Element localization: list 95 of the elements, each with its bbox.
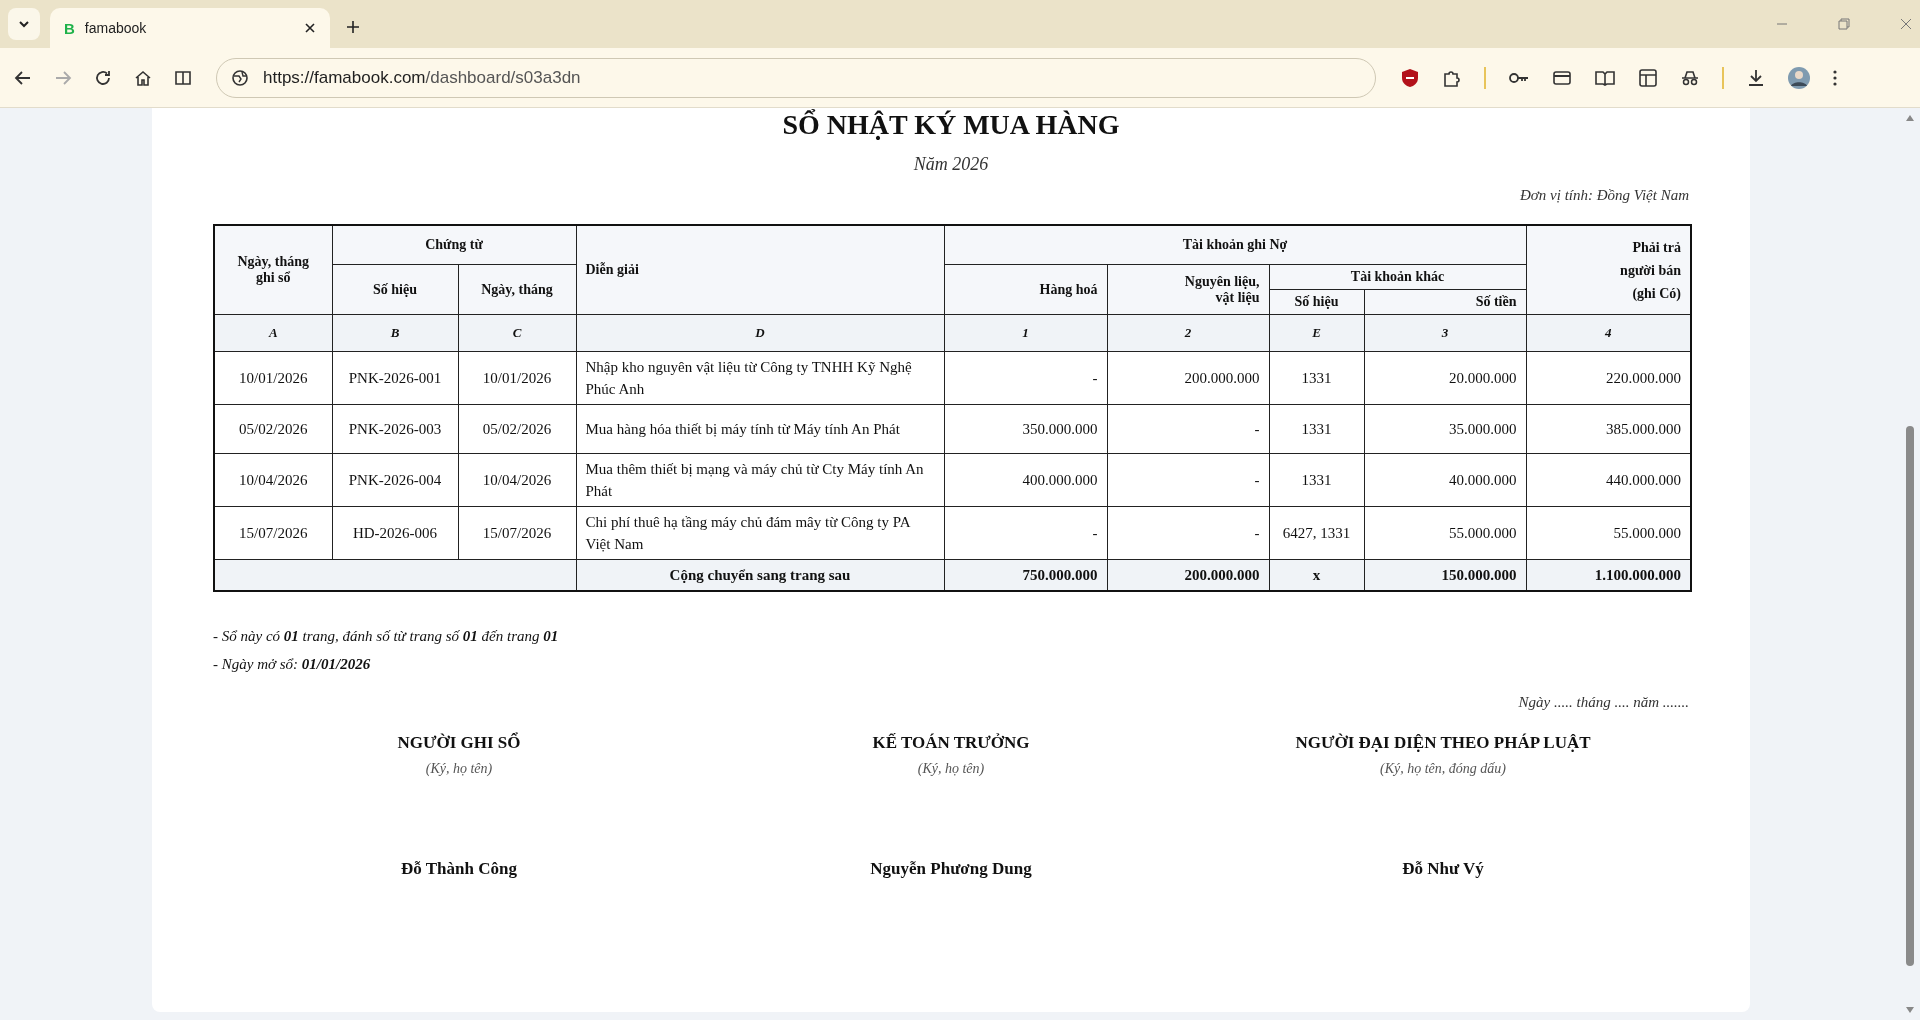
signatory-name: Đỗ Như Vý	[1401, 859, 1485, 879]
scroll-up-icon[interactable]	[1905, 114, 1915, 122]
document-title: SỔ NHẬT KÝ MUA HÀNG	[781, 110, 1121, 140]
currency-unit: Đơn vị tính: Đồng Việt Nam	[1519, 187, 1689, 204]
signature-hint: (Ký, họ tên)	[916, 761, 986, 777]
avatar-icon[interactable]	[1788, 66, 1810, 89]
table-cell: Nhập kho nguyên vật liệu từ Công ty TNHH Kỹ Nghệ Phúc Anh	[576, 351, 944, 405]
tab-title: famabook	[84, 20, 148, 36]
column-header: Hàng hoá	[944, 264, 1107, 315]
table-cell: 35.000.000	[1364, 404, 1526, 454]
column-header: Nguyên liệu, vật liệu	[1107, 264, 1269, 315]
table-cell: 15/07/2026	[214, 506, 332, 560]
column-header: Ngày, tháng ghi sổ	[214, 225, 332, 315]
signatory-name: Đỗ Thành Công	[400, 859, 518, 879]
table-cell: Chi phí thuê hạ tầng máy chủ đám mây từ Công ty PA Việt Nam	[576, 506, 944, 560]
column-header: Diễn giải	[576, 225, 944, 315]
column-header: Tài khoản ghi Nợ	[944, 225, 1526, 265]
table-cell: PNK-2026-003	[332, 404, 458, 454]
column-code: D	[576, 314, 944, 352]
table-cell: 1331	[1269, 453, 1364, 507]
scrollbar-thumb[interactable]	[1906, 426, 1914, 966]
address-bar[interactable]: https://famabook.com/dashboard/s03a3dn	[216, 57, 1376, 98]
table-cell: 10/04/2026	[214, 453, 332, 507]
table-cell: 400.000.000	[944, 453, 1107, 507]
table-cell: -	[1107, 506, 1269, 560]
column-header: Tài khoản khác	[1269, 264, 1526, 290]
table-cell: PNK-2026-004	[332, 453, 458, 507]
table-cell: 05/02/2026	[458, 404, 576, 454]
column-header: Ngày, tháng	[458, 264, 576, 315]
table-cell: 15/07/2026	[458, 506, 576, 560]
signatory-role: KẾ TOÁN TRƯỞNG	[871, 733, 1031, 753]
close-icon[interactable]	[304, 22, 316, 34]
table-cell: 40.000.000	[1364, 453, 1526, 507]
scroll-down-icon[interactable]	[1905, 1006, 1915, 1014]
new-tab-icon[interactable]	[346, 20, 360, 34]
column-code: 4	[1526, 314, 1691, 352]
total-cell: 1.100.000.000	[1526, 559, 1691, 591]
table-cell: 05/02/2026	[214, 404, 332, 454]
total-label: Cộng chuyển sang trang sau	[576, 559, 944, 591]
table-cell: -	[944, 351, 1107, 405]
layout-icon[interactable]	[1638, 67, 1658, 88]
column-header: Chứng từ	[332, 225, 576, 265]
table-cell: 55.000.000	[1364, 506, 1526, 560]
table-cell: Mua thêm thiết bị mạng và máy chủ từ Cty Máy tính An Phát	[576, 453, 944, 507]
ledger-note: - Ngày mở sổ: 01/01/2026	[213, 655, 372, 674]
table-cell: 20.000.000	[1364, 351, 1526, 405]
signatory-role: NGƯỜI GHI SỔ	[396, 733, 522, 753]
column-header: Số hiệu	[1269, 289, 1364, 315]
column-code: 3	[1364, 314, 1526, 352]
url-text: https://famabook.com/dashboard/s03a3dn	[263, 67, 581, 88]
site-info-icon[interactable]	[231, 68, 249, 87]
table-cell: Mua hàng hóa thiết bị máy tính từ Máy tính An Phát	[576, 404, 944, 454]
table-cell: 10/04/2026	[458, 453, 576, 507]
document-year: Năm 2026	[912, 154, 990, 175]
total-cell: 150.000.000	[1364, 559, 1526, 591]
home-icon[interactable]	[134, 68, 152, 87]
signatory-name: Nguyễn Phương Dung	[869, 859, 1033, 879]
table-cell: 1331	[1269, 351, 1364, 405]
table-cell: 6427, 1331	[1269, 506, 1364, 560]
column-code: B	[332, 314, 458, 352]
download-icon[interactable]	[1746, 67, 1766, 88]
signatory-role: NGƯỜI ĐẠI DIỆN THEO PHÁP LUẬT	[1294, 733, 1592, 753]
column-header: Số tiền	[1364, 289, 1526, 315]
table-cell: 10/01/2026	[214, 351, 332, 405]
signing-date: Ngày ..... tháng .... năm .......	[1517, 694, 1689, 711]
column-code: C	[458, 314, 576, 352]
shield-icon[interactable]	[1400, 67, 1420, 88]
table-cell: 10/01/2026	[458, 351, 576, 405]
column-code: 1	[944, 314, 1107, 352]
column-header: Phải trả người bán (ghi Có)	[1526, 225, 1691, 315]
split-view-icon[interactable]	[174, 68, 192, 87]
column-code: E	[1269, 314, 1364, 352]
table-cell: 350.000.000	[944, 404, 1107, 454]
table-cell: -	[944, 506, 1107, 560]
table-cell: 1331	[1269, 404, 1364, 454]
tab-search-button[interactable]	[8, 8, 40, 40]
column-code: A	[214, 314, 332, 352]
browser-tab[interactable]: B famabook	[50, 8, 330, 48]
table-cell: HD-2026-006	[332, 506, 458, 560]
back-icon[interactable]	[14, 68, 32, 87]
table-cell: -	[1107, 453, 1269, 507]
table-cell: 200.000.000	[1107, 351, 1269, 405]
menu-icon[interactable]	[1832, 68, 1838, 87]
total-cell: 200.000.000	[1107, 559, 1269, 591]
signature-hint: (Ký, họ tên)	[424, 761, 494, 777]
table-cell: PNK-2026-001	[332, 351, 458, 405]
favicon: B	[64, 19, 75, 37]
ledger-note: - Sổ này có 01 trang, đánh số từ trang số 01 đến trang 01	[213, 627, 560, 646]
reload-icon[interactable]	[94, 68, 112, 87]
column-code: 2	[1107, 314, 1269, 352]
total-cell: 750.000.000	[944, 559, 1107, 591]
total-cell: x	[1269, 559, 1364, 591]
column-header: Số hiệu	[332, 264, 458, 315]
signature-hint: (Ký, họ tên, đóng dấu)	[1379, 761, 1507, 777]
table-cell: -	[1107, 404, 1269, 454]
